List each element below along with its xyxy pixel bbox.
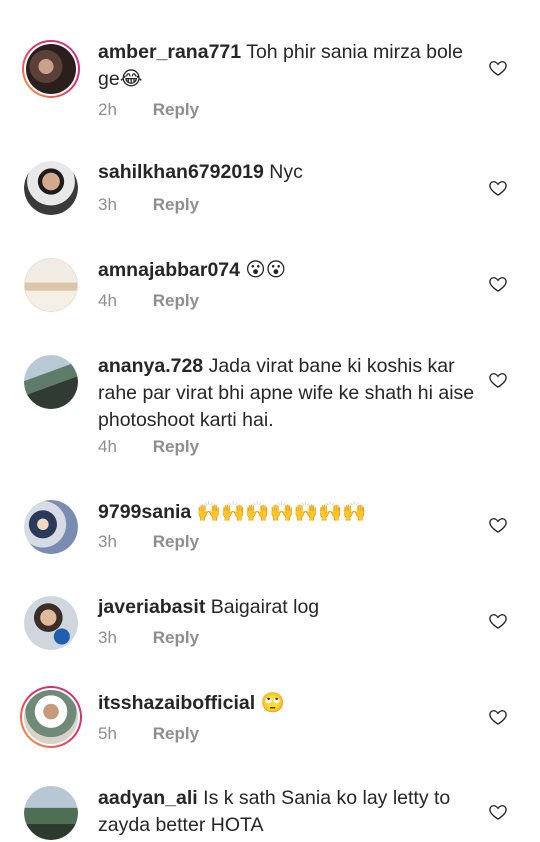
comment-meta: 4h Reply bbox=[98, 291, 199, 311]
avatar[interactable] bbox=[20, 686, 82, 748]
comment-meta: 3h Reply bbox=[98, 532, 199, 552]
avatar[interactable] bbox=[22, 40, 80, 98]
comment-body: ananya.728 Jada virat bane ki koshis kar… bbox=[98, 353, 480, 434]
comment-body: 9799sania 🙌🙌🙌🙌🙌🙌🙌 bbox=[98, 498, 480, 526]
comment-text: 😮😮 bbox=[245, 258, 287, 281]
like-heart-icon[interactable] bbox=[488, 370, 508, 390]
comment-username[interactable]: javeriabasit bbox=[98, 596, 205, 618]
like-heart-icon[interactable] bbox=[488, 58, 508, 78]
comment-username[interactable]: amber_rana771 bbox=[98, 41, 241, 63]
like-heart-icon[interactable] bbox=[488, 274, 508, 294]
like-heart-icon[interactable] bbox=[488, 802, 508, 822]
comment-meta: 3h Reply bbox=[98, 628, 199, 648]
comment-time: 3h bbox=[98, 628, 117, 647]
comment-meta: 2h Reply bbox=[98, 100, 199, 120]
comment-time: 2h bbox=[98, 100, 117, 119]
comment-body: amber_rana771 Toh phir sania mirza bole … bbox=[98, 39, 480, 93]
like-heart-icon[interactable] bbox=[488, 611, 508, 631]
avatar[interactable] bbox=[24, 355, 78, 409]
comment-time: 3h bbox=[98, 195, 117, 214]
comment-body: itsshazaibofficial 🙄 bbox=[98, 689, 480, 717]
reply-button[interactable]: Reply bbox=[153, 532, 199, 551]
like-heart-icon[interactable] bbox=[488, 707, 508, 727]
comment-body: javeriabasit Baigairat log bbox=[98, 594, 480, 621]
reply-button[interactable]: Reply bbox=[153, 628, 199, 647]
comment-body: aadyan_ali Is k sath Sania ko lay letty … bbox=[98, 785, 480, 839]
avatar[interactable] bbox=[24, 500, 78, 554]
comment-text: 🙄 bbox=[260, 691, 285, 714]
comment-meta: 4h Reply bbox=[98, 437, 199, 457]
comment-text: Nyc bbox=[269, 161, 303, 183]
comment-body: amnajabbar074 😮😮 bbox=[98, 256, 480, 284]
like-heart-icon[interactable] bbox=[488, 178, 508, 198]
comment-username[interactable]: itsshazaibofficial bbox=[98, 692, 255, 714]
comment-body: sahilkhan6792019 Nyc bbox=[98, 159, 480, 186]
comment-username[interactable]: 9799sania bbox=[98, 501, 191, 523]
comment-time: 4h bbox=[98, 291, 117, 310]
comment-meta: 3h Reply bbox=[98, 195, 199, 215]
reply-button[interactable]: Reply bbox=[153, 291, 199, 310]
comment-text: Baigairat log bbox=[210, 596, 320, 618]
comments-list: amber_rana771 Toh phir sania mirza bole … bbox=[0, 0, 540, 842]
comment-username[interactable]: sahilkhan6792019 bbox=[98, 161, 264, 183]
comment-meta: 5h Reply bbox=[98, 724, 199, 744]
comment-username[interactable]: ananya.728 bbox=[98, 355, 203, 377]
comment-text: 🙌🙌🙌🙌🙌🙌🙌 bbox=[196, 500, 367, 523]
comment-time: 3h bbox=[98, 532, 117, 551]
comment-time: 5h bbox=[98, 724, 117, 743]
avatar[interactable] bbox=[24, 596, 78, 650]
like-heart-icon[interactable] bbox=[488, 515, 508, 535]
comment-username[interactable]: amnajabbar074 bbox=[98, 259, 240, 281]
comment-username[interactable]: aadyan_ali bbox=[98, 787, 198, 809]
reply-button[interactable]: Reply bbox=[153, 195, 199, 214]
reply-button[interactable]: Reply bbox=[153, 437, 199, 456]
avatar[interactable] bbox=[24, 161, 78, 215]
reply-button[interactable]: Reply bbox=[153, 100, 199, 119]
avatar[interactable] bbox=[24, 786, 78, 840]
avatar[interactable] bbox=[24, 258, 78, 312]
reply-button[interactable]: Reply bbox=[153, 724, 199, 743]
comment-time: 4h bbox=[98, 437, 117, 456]
